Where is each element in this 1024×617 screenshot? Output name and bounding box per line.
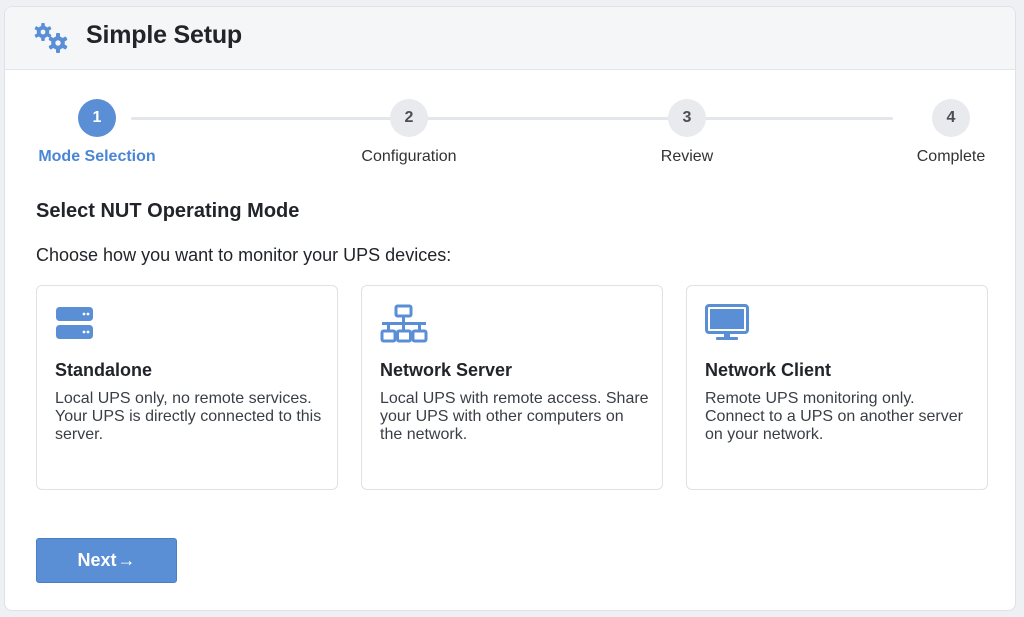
card-title: Network Client [705, 360, 832, 380]
server-icon [56, 307, 93, 339]
page-title: Simple Setup [86, 21, 242, 49]
step-configuration[interactable]: 2 Configuration [309, 99, 509, 166]
mode-card-standalone[interactable]: Standalone Local UPS only, no remote ser… [36, 285, 338, 490]
section-subtitle: Choose how you want to monitor your UPS … [36, 245, 452, 265]
desktop-icon [705, 304, 749, 340]
mode-card-network-client[interactable]: Network Client Remote UPS monitoring onl… [686, 285, 988, 490]
card-title: Standalone [55, 360, 153, 380]
step-number: 3 [668, 99, 706, 137]
card-description: Local UPS with remote access. Share your… [380, 390, 649, 443]
network-icon [380, 304, 428, 343]
step-number: 4 [932, 99, 970, 137]
panel-header: Simple Setup [5, 7, 1015, 70]
step-label: Review [660, 148, 714, 165]
step-mode-selection[interactable]: 1 Mode Selection [5, 99, 197, 166]
mode-card-network-server[interactable]: Network Server Local UPS with remote acc… [361, 285, 663, 490]
next-button-label: Next [77, 550, 117, 570]
setup-panel: Simple Setup 1 Mode Selection 2 Configur… [4, 6, 1016, 611]
step-number: 1 [78, 99, 116, 137]
section-heading: Select NUT Operating Mode [36, 200, 300, 222]
card-description: Local UPS only, no remote services. Your… [55, 390, 322, 443]
step-label: Mode Selection [38, 148, 156, 165]
step-label: Configuration [361, 148, 457, 165]
step-number: 2 [390, 99, 428, 137]
card-description: Remote UPS monitoring only. Connect to a… [705, 390, 963, 443]
step-review[interactable]: 3 Review [587, 99, 787, 166]
next-button[interactable]: Next → [36, 538, 177, 583]
card-title: Network Server [380, 360, 513, 380]
gears-icon [34, 23, 68, 53]
step-label: Complete [916, 148, 986, 165]
step-complete[interactable]: 4 Complete [851, 99, 1015, 166]
arrow-right-icon: → [117, 550, 136, 570]
